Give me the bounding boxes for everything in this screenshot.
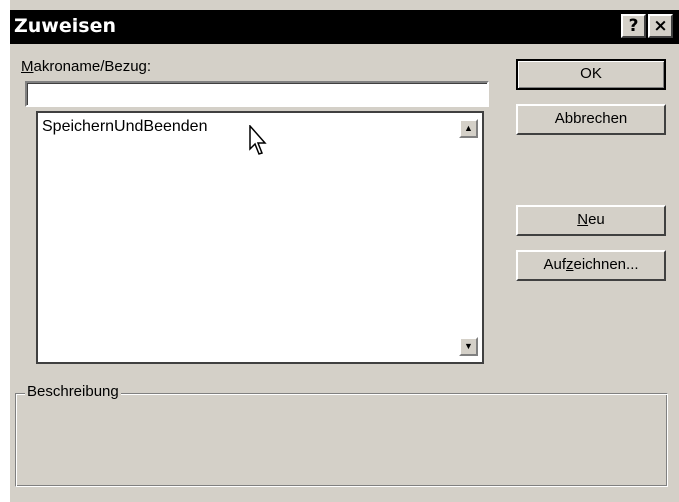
macro-name-label: Makroname/Bezug: (21, 58, 152, 75)
help-icon: ? (628, 16, 639, 36)
macro-name-input[interactable] (25, 81, 489, 107)
help-button[interactable]: ? (621, 14, 646, 38)
scroll-up-button[interactable]: ▲ (459, 119, 478, 138)
mouse-pointer-icon (249, 125, 267, 155)
window-title: Zuweisen (14, 15, 116, 37)
cancel-button[interactable]: Abbrechen (516, 104, 666, 135)
ok-button[interactable]: OK (516, 59, 666, 90)
assign-macro-dialog: Zuweisen ? × Makroname/Bezug: SpeichernU… (10, 0, 679, 502)
arrow-up-icon: ▲ (464, 123, 473, 133)
list-item[interactable]: SpeichernUndBeenden (42, 118, 207, 136)
record-button[interactable]: Aufzeichnen... (516, 250, 666, 281)
new-button[interactable]: Neu (516, 205, 666, 236)
close-icon: × (653, 16, 668, 36)
description-groupbox (15, 393, 668, 487)
title-bar: Zuweisen ? × (10, 10, 679, 44)
scroll-down-button[interactable]: ▼ (459, 337, 478, 356)
close-button[interactable]: × (648, 14, 673, 38)
description-label: Beschreibung (25, 383, 121, 400)
arrow-down-icon: ▼ (464, 341, 473, 351)
